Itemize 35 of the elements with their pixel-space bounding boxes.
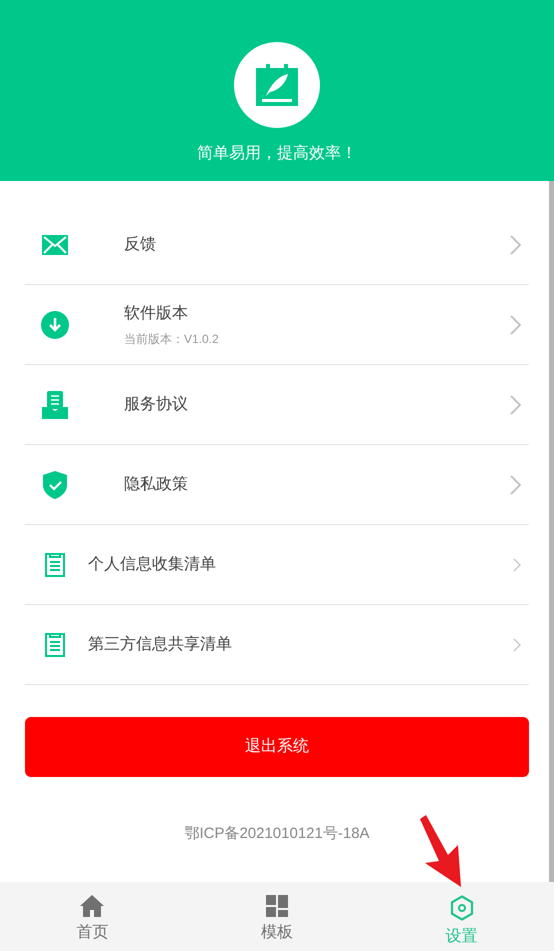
logout-button[interactable]: 退出系统 xyxy=(25,717,529,777)
chevron-right-icon xyxy=(513,558,521,572)
menu-row[interactable]: 反馈 xyxy=(25,205,529,285)
grid-icon xyxy=(266,895,288,917)
menu-row[interactable]: 隐私政策 xyxy=(25,445,529,525)
list-document-icon xyxy=(45,552,65,576)
document-tray-icon xyxy=(42,390,68,418)
tab-item[interactable]: 模板 xyxy=(184,882,370,951)
slogan: 简单易用，提高效率！ xyxy=(197,144,357,164)
menu-row[interactable]: 软件版本 当前版本：V1.0.2 xyxy=(25,285,529,365)
menu-label: 第三方信息共享清单 xyxy=(88,634,233,654)
home-icon xyxy=(80,895,104,917)
menu-label: 反馈 xyxy=(124,234,157,254)
tab-item[interactable]: 首页 xyxy=(0,882,185,951)
chevron-right-icon xyxy=(510,474,521,494)
menu-subtitle: 当前版本：V1.0.2 xyxy=(124,330,220,348)
chevron-right-icon xyxy=(510,394,521,414)
notebook-feather-icon xyxy=(256,64,298,106)
pointer-arrow-icon xyxy=(418,815,462,887)
settings-icon xyxy=(450,895,474,921)
shield-check-icon xyxy=(43,470,67,498)
menu-label: 软件版本 xyxy=(124,304,189,324)
menu-label: 服务协议 xyxy=(124,394,189,414)
menu-label: 个人信息收集清单 xyxy=(88,554,217,574)
menu-row[interactable]: 服务协议 xyxy=(25,365,529,445)
menu-label: 隐私政策 xyxy=(124,474,189,494)
chevron-right-icon xyxy=(513,638,521,652)
list-document-icon xyxy=(45,632,65,656)
menu-row[interactable]: 个人信息收集清单 xyxy=(25,525,529,605)
icp-number: 鄂ICP备2021010121号-18A xyxy=(184,824,370,844)
download-icon xyxy=(41,310,69,338)
envelope-icon xyxy=(42,234,68,254)
menu-row[interactable]: 第三方信息共享清单 xyxy=(25,605,529,685)
chevron-right-icon xyxy=(510,314,521,334)
chevron-right-icon xyxy=(510,234,521,254)
